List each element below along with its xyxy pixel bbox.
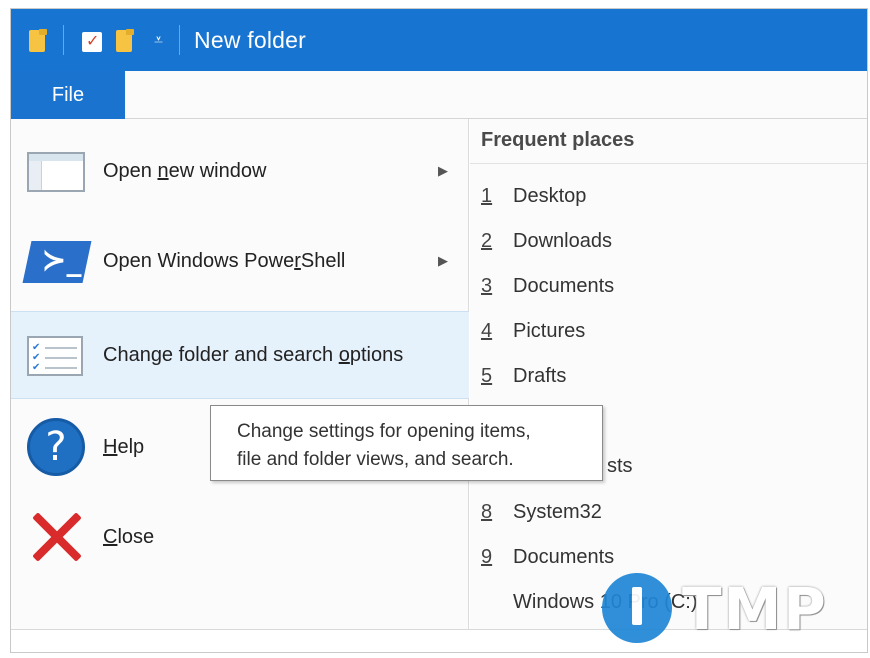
frequent-place-item[interactable]: 9 Documents — [481, 546, 614, 569]
toolbar-divider — [63, 25, 64, 55]
new-folder-icon[interactable] — [114, 27, 136, 53]
frequent-place-item[interactable]: 4 Pictures — [481, 320, 585, 343]
file-menu: Open new window ▶ ≻_ Open Windows PowerS… — [11, 119, 469, 629]
folder-options-icon: ✔ ✔ ✔ — [25, 324, 87, 386]
frequent-place-item[interactable]: 3 Documents — [481, 275, 614, 298]
menu-item-open-powershell[interactable]: ≻_ Open Windows PowerShell ▶ — [11, 217, 469, 305]
title-bar: ⩡ New folder — [11, 9, 867, 71]
menu-item-change-folder-options[interactable]: ✔ ✔ ✔ Change folder and search options — [11, 311, 469, 399]
submenu-arrow-icon: ▶ — [438, 163, 448, 178]
divider — [470, 163, 867, 164]
close-icon — [25, 506, 87, 568]
tooltip: Change settings for opening items, file … — [210, 405, 603, 481]
quick-access-toolbar: ⩡ — [11, 9, 181, 71]
menu-item-close[interactable]: Close — [11, 493, 469, 581]
help-icon: ? — [25, 416, 87, 478]
powershell-icon: ≻_ — [22, 230, 92, 292]
menu-item-label: Change folder and search options — [103, 343, 404, 366]
window-title: New folder — [194, 26, 306, 53]
tooltip-line: Change settings for opening items, — [237, 421, 531, 442]
file-tab[interactable]: File — [11, 71, 125, 119]
menu-item-label: Close — [103, 525, 155, 548]
frequent-place-item[interactable]: 2 Downloads — [481, 230, 612, 253]
menu-item-label: Help — [103, 435, 145, 458]
frequent-place-item[interactable]: sts — [607, 455, 633, 478]
watermark: TMP — [602, 573, 852, 643]
window-icon — [25, 140, 87, 202]
menu-item-label: Open Windows PowerShell — [103, 249, 346, 272]
properties-icon[interactable] — [80, 27, 102, 53]
file-explorer-window: ⩡ New folder File Open new window ▶ ≻_ O… — [10, 8, 868, 653]
watermark-text: TMP — [682, 575, 828, 643]
frequent-places-heading: Frequent places — [481, 129, 635, 151]
watermark-logo-icon — [602, 573, 672, 643]
customize-toolbar-dropdown-icon[interactable]: ⩡ — [154, 30, 163, 50]
frequent-places-panel: Frequent places 1 Desktop 2 Downloads 3 Doc… — [470, 119, 867, 629]
frequent-place-item[interactable]: 8 System32 — [481, 501, 602, 524]
toolbar-divider — [179, 25, 181, 55]
submenu-arrow-icon: ▶ — [438, 253, 448, 268]
folder-icon[interactable] — [27, 27, 49, 53]
ribbon-tab-row: File — [11, 71, 867, 119]
frequent-place-item[interactable]: 1 Desktop — [481, 185, 586, 208]
tooltip-line: file and folder views, and search. — [237, 449, 514, 470]
frequent-place-item[interactable]: 5 Drafts — [481, 365, 566, 388]
menu-item-open-new-window[interactable]: Open new window ▶ — [11, 127, 469, 215]
menu-item-label: Open new window — [103, 159, 267, 182]
